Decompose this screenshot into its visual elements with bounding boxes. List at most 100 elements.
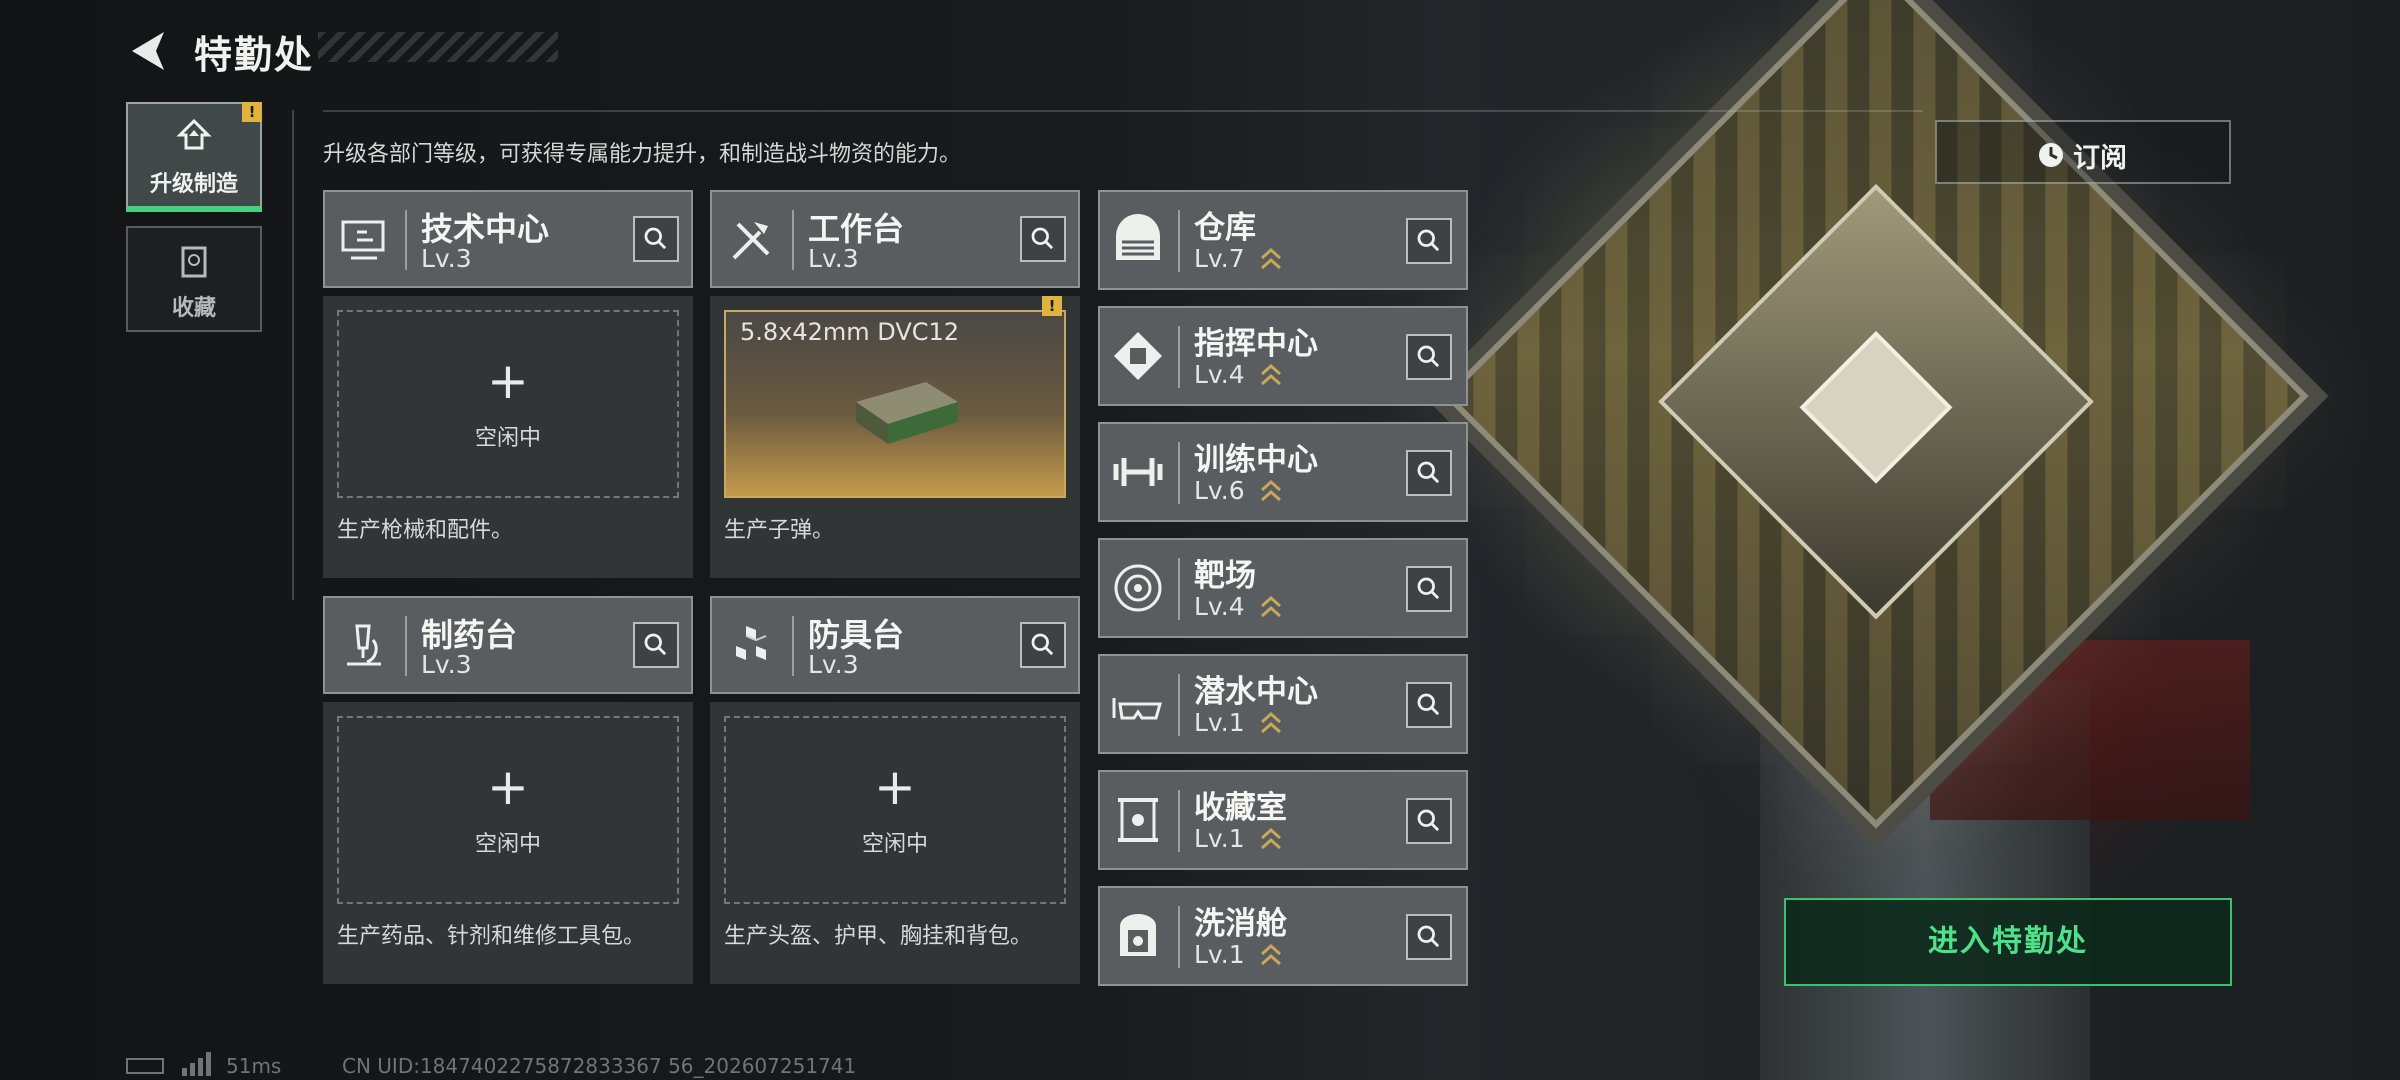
workstation-pharmacy[interactable]: 制药台 Lv.3 bbox=[323, 596, 693, 694]
workstation-level: Lv.3 bbox=[421, 650, 472, 679]
room-name: 指挥中心 bbox=[1194, 326, 1318, 362]
upgrade-chevron-icon bbox=[1261, 479, 1281, 502]
back-arrow-icon[interactable] bbox=[124, 26, 174, 76]
add-icon: + bbox=[874, 758, 916, 816]
room-name: 收藏室 bbox=[1194, 790, 1287, 826]
subscribe-button[interactable]: 订阅 bbox=[1935, 120, 2231, 184]
room-name: 洗消舱 bbox=[1194, 906, 1287, 942]
page-description: 升级各部门等级，可获得专属能力提升，和制造战斗物资的能力。 bbox=[323, 142, 962, 167]
search-icon[interactable] bbox=[1406, 450, 1452, 496]
title-hatch-decoration bbox=[318, 32, 558, 62]
ammo-box-icon bbox=[856, 382, 958, 444]
workstation-armor-bench[interactable]: 防具台 Lv.3 bbox=[710, 596, 1080, 694]
room-level: Lv.1 bbox=[1194, 824, 1245, 853]
workstation-level: Lv.3 bbox=[808, 650, 859, 679]
nav-tab-upgrade[interactable]: 升级制造 ! bbox=[126, 102, 262, 212]
room-diving-center[interactable]: 潜水中心 Lv.1 bbox=[1098, 654, 1468, 754]
ping-readout: 51ms bbox=[226, 1054, 282, 1078]
upgrade-chevron-icon bbox=[1261, 247, 1281, 270]
search-icon[interactable] bbox=[633, 622, 679, 668]
battery-icon bbox=[126, 1058, 164, 1074]
slot-status: 空闲中 bbox=[861, 832, 928, 857]
search-icon[interactable] bbox=[1406, 334, 1452, 380]
dumbbell-icon bbox=[1113, 458, 1163, 486]
production-slot-empty[interactable]: + 空闲中 bbox=[724, 716, 1066, 904]
warehouse-icon bbox=[1116, 214, 1160, 260]
chip-icon bbox=[1114, 332, 1162, 380]
tools-icon bbox=[732, 222, 770, 260]
workstation-panel: 5.8x42mm DVC12 ! 生产子弹。 bbox=[710, 296, 1080, 578]
workstation-panel: + 空闲中 生产头盔、护甲、胸挂和背包。 bbox=[710, 702, 1080, 984]
slot-status: 空闲中 bbox=[474, 832, 541, 857]
workstation-level: Lv.3 bbox=[808, 244, 859, 273]
upgrade-chevron-icon bbox=[1261, 595, 1281, 618]
production-slot-empty[interactable]: + 空闲中 bbox=[337, 716, 679, 904]
room-name: 靶场 bbox=[1194, 558, 1256, 594]
hud-vertical-line bbox=[292, 110, 294, 600]
workstation-panel: + 空闲中 生产枪械和配件。 bbox=[323, 296, 693, 578]
workstation-caption: 生产药品、针剂和维修工具包。 bbox=[337, 924, 646, 949]
production-slot-active[interactable]: 5.8x42mm DVC12 bbox=[724, 310, 1066, 498]
search-icon[interactable] bbox=[1406, 218, 1452, 264]
room-shooting-range[interactable]: 靶场 Lv.4 bbox=[1098, 538, 1468, 638]
product-name: 5.8x42mm DVC12 bbox=[740, 318, 960, 346]
search-icon[interactable] bbox=[633, 216, 679, 262]
upgrade-chevron-icon bbox=[1261, 827, 1281, 850]
signal-icon bbox=[182, 1052, 211, 1076]
hud-divider bbox=[323, 110, 1923, 112]
target-icon bbox=[1114, 564, 1162, 612]
search-icon[interactable] bbox=[1406, 566, 1452, 612]
warning-badge: ! bbox=[1042, 296, 1062, 316]
warning-badge: ! bbox=[242, 102, 262, 122]
armor-blocks-icon bbox=[736, 626, 767, 660]
search-icon[interactable] bbox=[1406, 914, 1452, 960]
room-warehouse[interactable]: 仓库 Lv.7 bbox=[1098, 190, 1468, 290]
room-level: Lv.6 bbox=[1194, 476, 1245, 505]
room-level: Lv.7 bbox=[1194, 244, 1245, 273]
search-icon[interactable] bbox=[1406, 682, 1452, 728]
search-icon[interactable] bbox=[1406, 798, 1452, 844]
enter-special-ops-button[interactable]: 进入特勤处 bbox=[1784, 898, 2232, 986]
workstation-tech-center[interactable]: 技术中心 Lv.3 bbox=[323, 190, 693, 288]
nav-label: 升级制造 bbox=[149, 172, 238, 197]
collection-icon bbox=[181, 246, 207, 278]
upgrade-chevron-icon bbox=[1261, 711, 1281, 734]
add-icon: + bbox=[487, 352, 529, 410]
room-level: Lv.1 bbox=[1194, 940, 1245, 969]
room-decontamination-chamber[interactable]: 洗消舱 Lv.1 bbox=[1098, 886, 1468, 986]
upgrade-icon bbox=[176, 118, 212, 150]
display-case-icon bbox=[1118, 798, 1158, 842]
room-level: Lv.1 bbox=[1194, 708, 1245, 737]
nav-label: 收藏 bbox=[171, 296, 216, 321]
user-uid: CN UID:1847402275872833367 56_2026072517… bbox=[342, 1054, 857, 1078]
search-icon[interactable] bbox=[1020, 216, 1066, 262]
workstation-caption: 生产枪械和配件。 bbox=[337, 518, 514, 543]
workstation-level: Lv.3 bbox=[421, 244, 472, 273]
subscribe-icon bbox=[2039, 143, 2063, 167]
room-name: 仓库 bbox=[1194, 210, 1256, 246]
room-name: 训练中心 bbox=[1194, 442, 1318, 478]
production-slot-empty[interactable]: + 空闲中 bbox=[337, 310, 679, 498]
room-level: Lv.4 bbox=[1194, 592, 1245, 621]
room-collection-room[interactable]: 收藏室 Lv.1 bbox=[1098, 770, 1468, 870]
workstation-caption: 生产子弹。 bbox=[724, 518, 835, 543]
goggles-icon bbox=[1112, 698, 1162, 720]
room-name: 潜水中心 bbox=[1194, 674, 1318, 710]
computer-icon bbox=[341, 220, 385, 260]
subscribe-label: 订阅 bbox=[2073, 143, 2127, 174]
workstation-workbench[interactable]: 工作台 Lv.3 bbox=[710, 190, 1080, 288]
nav-tab-collection[interactable]: 收藏 bbox=[126, 226, 262, 332]
slot-status: 空闲中 bbox=[474, 426, 541, 451]
microscope-icon bbox=[347, 624, 381, 666]
add-icon: + bbox=[487, 758, 529, 816]
decon-chamber-icon bbox=[1120, 914, 1156, 956]
page-title: 特勤处 bbox=[194, 33, 315, 77]
search-icon[interactable] bbox=[1020, 622, 1066, 668]
room-level: Lv.4 bbox=[1194, 360, 1245, 389]
workstation-caption: 生产头盔、护甲、胸挂和背包。 bbox=[724, 924, 1033, 949]
upgrade-chevron-icon bbox=[1261, 943, 1281, 966]
upgrade-chevron-icon bbox=[1261, 363, 1281, 386]
workstation-panel: + 空闲中 生产药品、针剂和维修工具包。 bbox=[323, 702, 693, 984]
room-training-center[interactable]: 训练中心 Lv.6 bbox=[1098, 422, 1468, 522]
room-command-center[interactable]: 指挥中心 Lv.4 bbox=[1098, 306, 1468, 406]
